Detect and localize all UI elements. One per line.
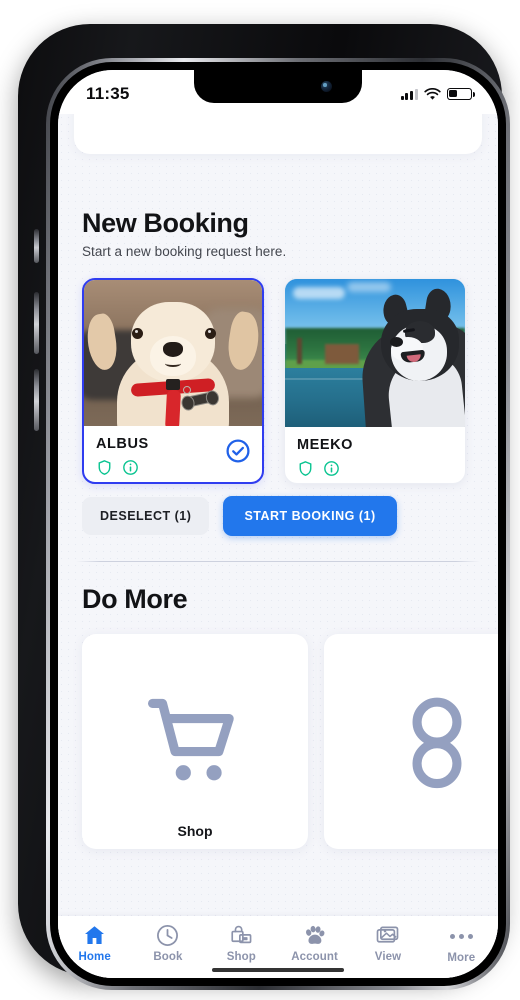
tab-book[interactable]: Book — [135, 923, 201, 963]
do-more-card-label: Shop — [177, 823, 213, 839]
pet-badges — [297, 460, 453, 477]
section-divider — [76, 561, 480, 562]
pet-photo-albus — [84, 280, 262, 426]
pet-meta-albus: ALBUS — [84, 426, 262, 476]
pet-name: MEEKO — [297, 437, 353, 453]
status-bar-time: 11:35 — [86, 84, 130, 103]
volume-down-button[interactable] — [34, 369, 39, 431]
tab-label: Shop — [226, 951, 256, 963]
cellular-bars-icon — [400, 88, 418, 100]
tab-view[interactable]: View — [355, 923, 421, 963]
wifi-icon — [424, 87, 441, 100]
info-icon[interactable] — [122, 459, 139, 476]
paw-icon — [306, 925, 325, 944]
deselect-button[interactable]: DESELECT (1) — [82, 497, 210, 535]
do-more-card-shop[interactable]: Shop — [82, 634, 308, 849]
tab-label: Account — [291, 951, 338, 963]
volume-up-button[interactable] — [34, 292, 39, 354]
tab-label: More — [447, 952, 476, 964]
clock-icon — [157, 925, 179, 946]
do-more-carousel[interactable]: Shop — [58, 634, 498, 864]
check-circle-icon[interactable] — [225, 438, 251, 464]
battery-icon — [447, 88, 475, 100]
pet-card-albus[interactable]: ALBUS — [82, 278, 264, 484]
new-booking-section: New Booking Start a new booking request … — [58, 208, 498, 259]
do-more-section: Do More — [58, 584, 498, 615]
home-indicator[interactable] — [212, 967, 344, 972]
front-camera-icon — [321, 81, 332, 92]
mute-switch[interactable] — [34, 229, 39, 263]
tab-account[interactable]: Account — [282, 923, 348, 963]
app-content: New Booking Start a new booking request … — [58, 96, 498, 978]
ellipsis-icon — [449, 923, 473, 949]
do-more-title: Do More — [82, 584, 188, 614]
pet-carousel[interactable]: ALBUS MEEKO — [58, 274, 498, 488]
shield-icon[interactable] — [297, 460, 314, 477]
status-bar-indicators — [400, 84, 475, 101]
info-icon[interactable] — [323, 460, 340, 477]
page-subtitle: Start a new booking request here. — [82, 244, 287, 259]
tab-label: View — [374, 951, 402, 963]
do-more-card-next[interactable] — [324, 634, 498, 849]
home-icon — [85, 926, 105, 944]
start-booking-button[interactable]: START BOOKING (1) — [223, 496, 397, 536]
bag-icon — [231, 925, 252, 944]
tab-home[interactable]: Home — [62, 923, 128, 963]
pet-meta-meeko: MEEKO — [285, 427, 465, 477]
shield-icon[interactable] — [96, 459, 113, 476]
tab-label: Book — [153, 951, 183, 963]
page-title: New Booking — [82, 208, 249, 238]
notch — [194, 70, 362, 103]
pet-photo-meeko — [285, 279, 465, 427]
phone-screen: 11:35 New Booking Start a new booking re… — [58, 70, 498, 978]
shopping-cart-icon — [147, 698, 234, 780]
tab-shop[interactable]: Shop — [208, 923, 274, 963]
tab-label: Home — [78, 951, 111, 963]
image-icon — [377, 926, 399, 943]
phone-frame: 11:35 New Booking Start a new booking re… — [18, 24, 510, 990]
screenshot-root: 11:35 New Booking Start a new booking re… — [0, 0, 520, 1000]
pet-card-meeko[interactable]: MEEKO — [284, 278, 466, 484]
tab-more[interactable]: More — [428, 923, 494, 964]
circles-icon — [412, 697, 462, 788]
booking-actions: DESELECT (1) START BOOKING (1) — [82, 496, 397, 536]
